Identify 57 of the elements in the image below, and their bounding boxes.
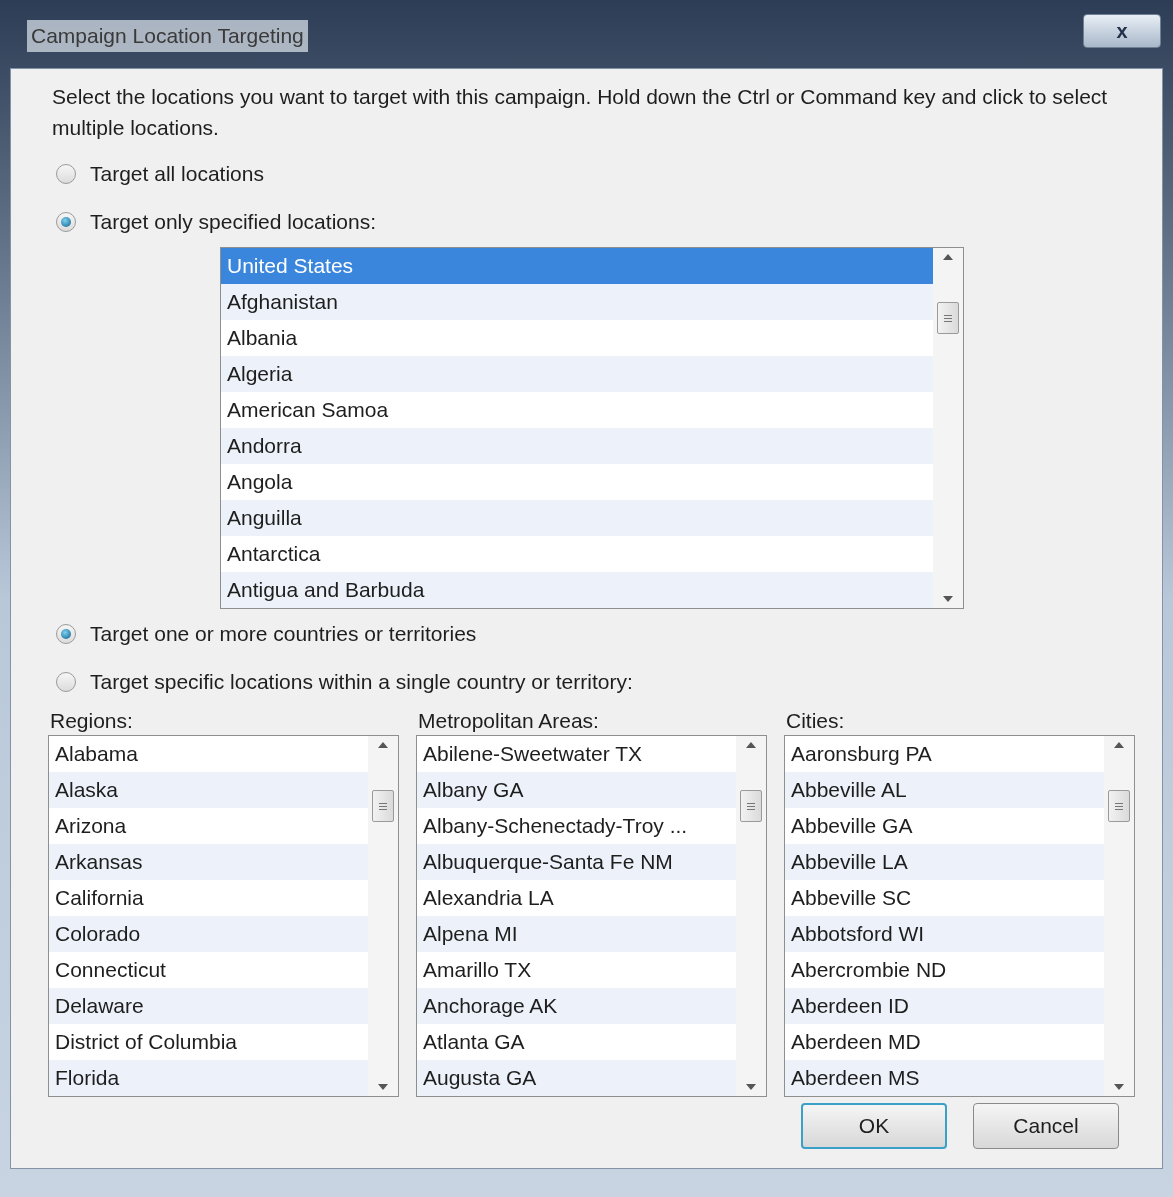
list-item[interactable]: Abbeville LA [785, 844, 1104, 880]
list-item[interactable]: Aberdeen MS [785, 1060, 1104, 1096]
radio-button[interactable] [56, 164, 76, 184]
scroll-up-icon[interactable] [1114, 742, 1124, 748]
radio-button[interactable] [56, 624, 76, 644]
ok-button[interactable]: OK [801, 1103, 947, 1149]
radio-button[interactable] [56, 672, 76, 692]
list-item[interactable]: Delaware [49, 988, 368, 1024]
close-button[interactable]: x [1083, 14, 1161, 48]
list-item[interactable]: Anchorage AK [417, 988, 736, 1024]
list-item[interactable]: Alpena MI [417, 916, 736, 952]
list-item[interactable]: Aberdeen ID [785, 988, 1104, 1024]
cancel-button[interactable]: Cancel [973, 1103, 1119, 1149]
list-item[interactable]: Abbeville AL [785, 772, 1104, 808]
scroll-up-icon[interactable] [746, 742, 756, 748]
scroll-down-icon[interactable] [378, 1084, 388, 1090]
list-label: Cities: [785, 708, 846, 734]
list-item[interactable]: Florida [49, 1060, 368, 1096]
radio-label: Target only specified locations: [90, 209, 376, 236]
list-item[interactable]: Alaska [49, 772, 368, 808]
scroll-thumb[interactable] [1108, 790, 1130, 822]
list-item[interactable]: Antigua and Barbuda [221, 572, 933, 608]
scroll-down-icon[interactable] [1114, 1084, 1124, 1090]
list-item[interactable]: Andorra [221, 428, 933, 464]
list-box[interactable]: United States Afghanistan Albania Algeria American Samoa Andorra Angola Anguilla Antarctica Antigua and Barbuda [220, 247, 964, 609]
scrollbar[interactable] [368, 736, 398, 1096]
window-title: Campaign Location Targeting [27, 20, 308, 52]
list-box[interactable]: Abilene-Sweetwater TX Albany GA Albany-Schenectady-Troy ... Albuquerque-Santa Fe NM Alexandria LA Alpena MI Amarillo TX Anchorage AK Atlanta GA Augusta GA [416, 735, 767, 1097]
list-label: Metropolitan Areas: [417, 708, 600, 734]
list-box[interactable]: Alabama Alaska Arizona Arkansas California Colorado Connecticut Delaware District of Columbia Florida [48, 735, 399, 1097]
list-item[interactable]: Afghanistan [221, 284, 933, 320]
scroll-down-icon[interactable] [746, 1084, 756, 1090]
list-item[interactable]: Abbotsford WI [785, 916, 1104, 952]
scrollbar[interactable] [933, 248, 963, 608]
scrollbar[interactable] [736, 736, 766, 1096]
scrollbar[interactable] [1104, 736, 1134, 1096]
scroll-up-icon[interactable] [943, 254, 953, 260]
list-item[interactable]: Arkansas [49, 844, 368, 880]
list-item[interactable]: Albany GA [417, 772, 736, 808]
list-item[interactable]: Albuquerque-Santa Fe NM [417, 844, 736, 880]
list-box[interactable]: Aaronsburg PA Abbeville AL Abbeville GA Abbeville LA Abbeville SC Abbotsford WI Abercrombie ND Aberdeen ID Aberdeen MD Aberdeen MS [784, 735, 1135, 1097]
radio-label: Target specific locations within a single country or territory: [90, 669, 633, 696]
instructions-text: Select the locations you want to target with this campaign. Hold down the Ctrl or Command key and click to select multiple locations. [52, 84, 1109, 141]
radio-label: Target one or more countries or territories [90, 621, 477, 648]
radio-button[interactable] [56, 212, 76, 232]
list-label: Regions: [49, 708, 134, 734]
scroll-down-icon[interactable] [943, 596, 953, 602]
list-item[interactable]: Anguilla [221, 500, 933, 536]
scroll-thumb[interactable] [740, 790, 762, 822]
scroll-thumb[interactable] [372, 790, 394, 822]
list-item[interactable]: United States [221, 248, 933, 284]
list-item[interactable]: Algeria [221, 356, 933, 392]
radio-label: Target all locations [90, 161, 264, 188]
list-item[interactable]: Augusta GA [417, 1060, 736, 1096]
list-item[interactable]: Colorado [49, 916, 368, 952]
scroll-thumb[interactable] [937, 302, 959, 334]
scroll-up-icon[interactable] [378, 742, 388, 748]
